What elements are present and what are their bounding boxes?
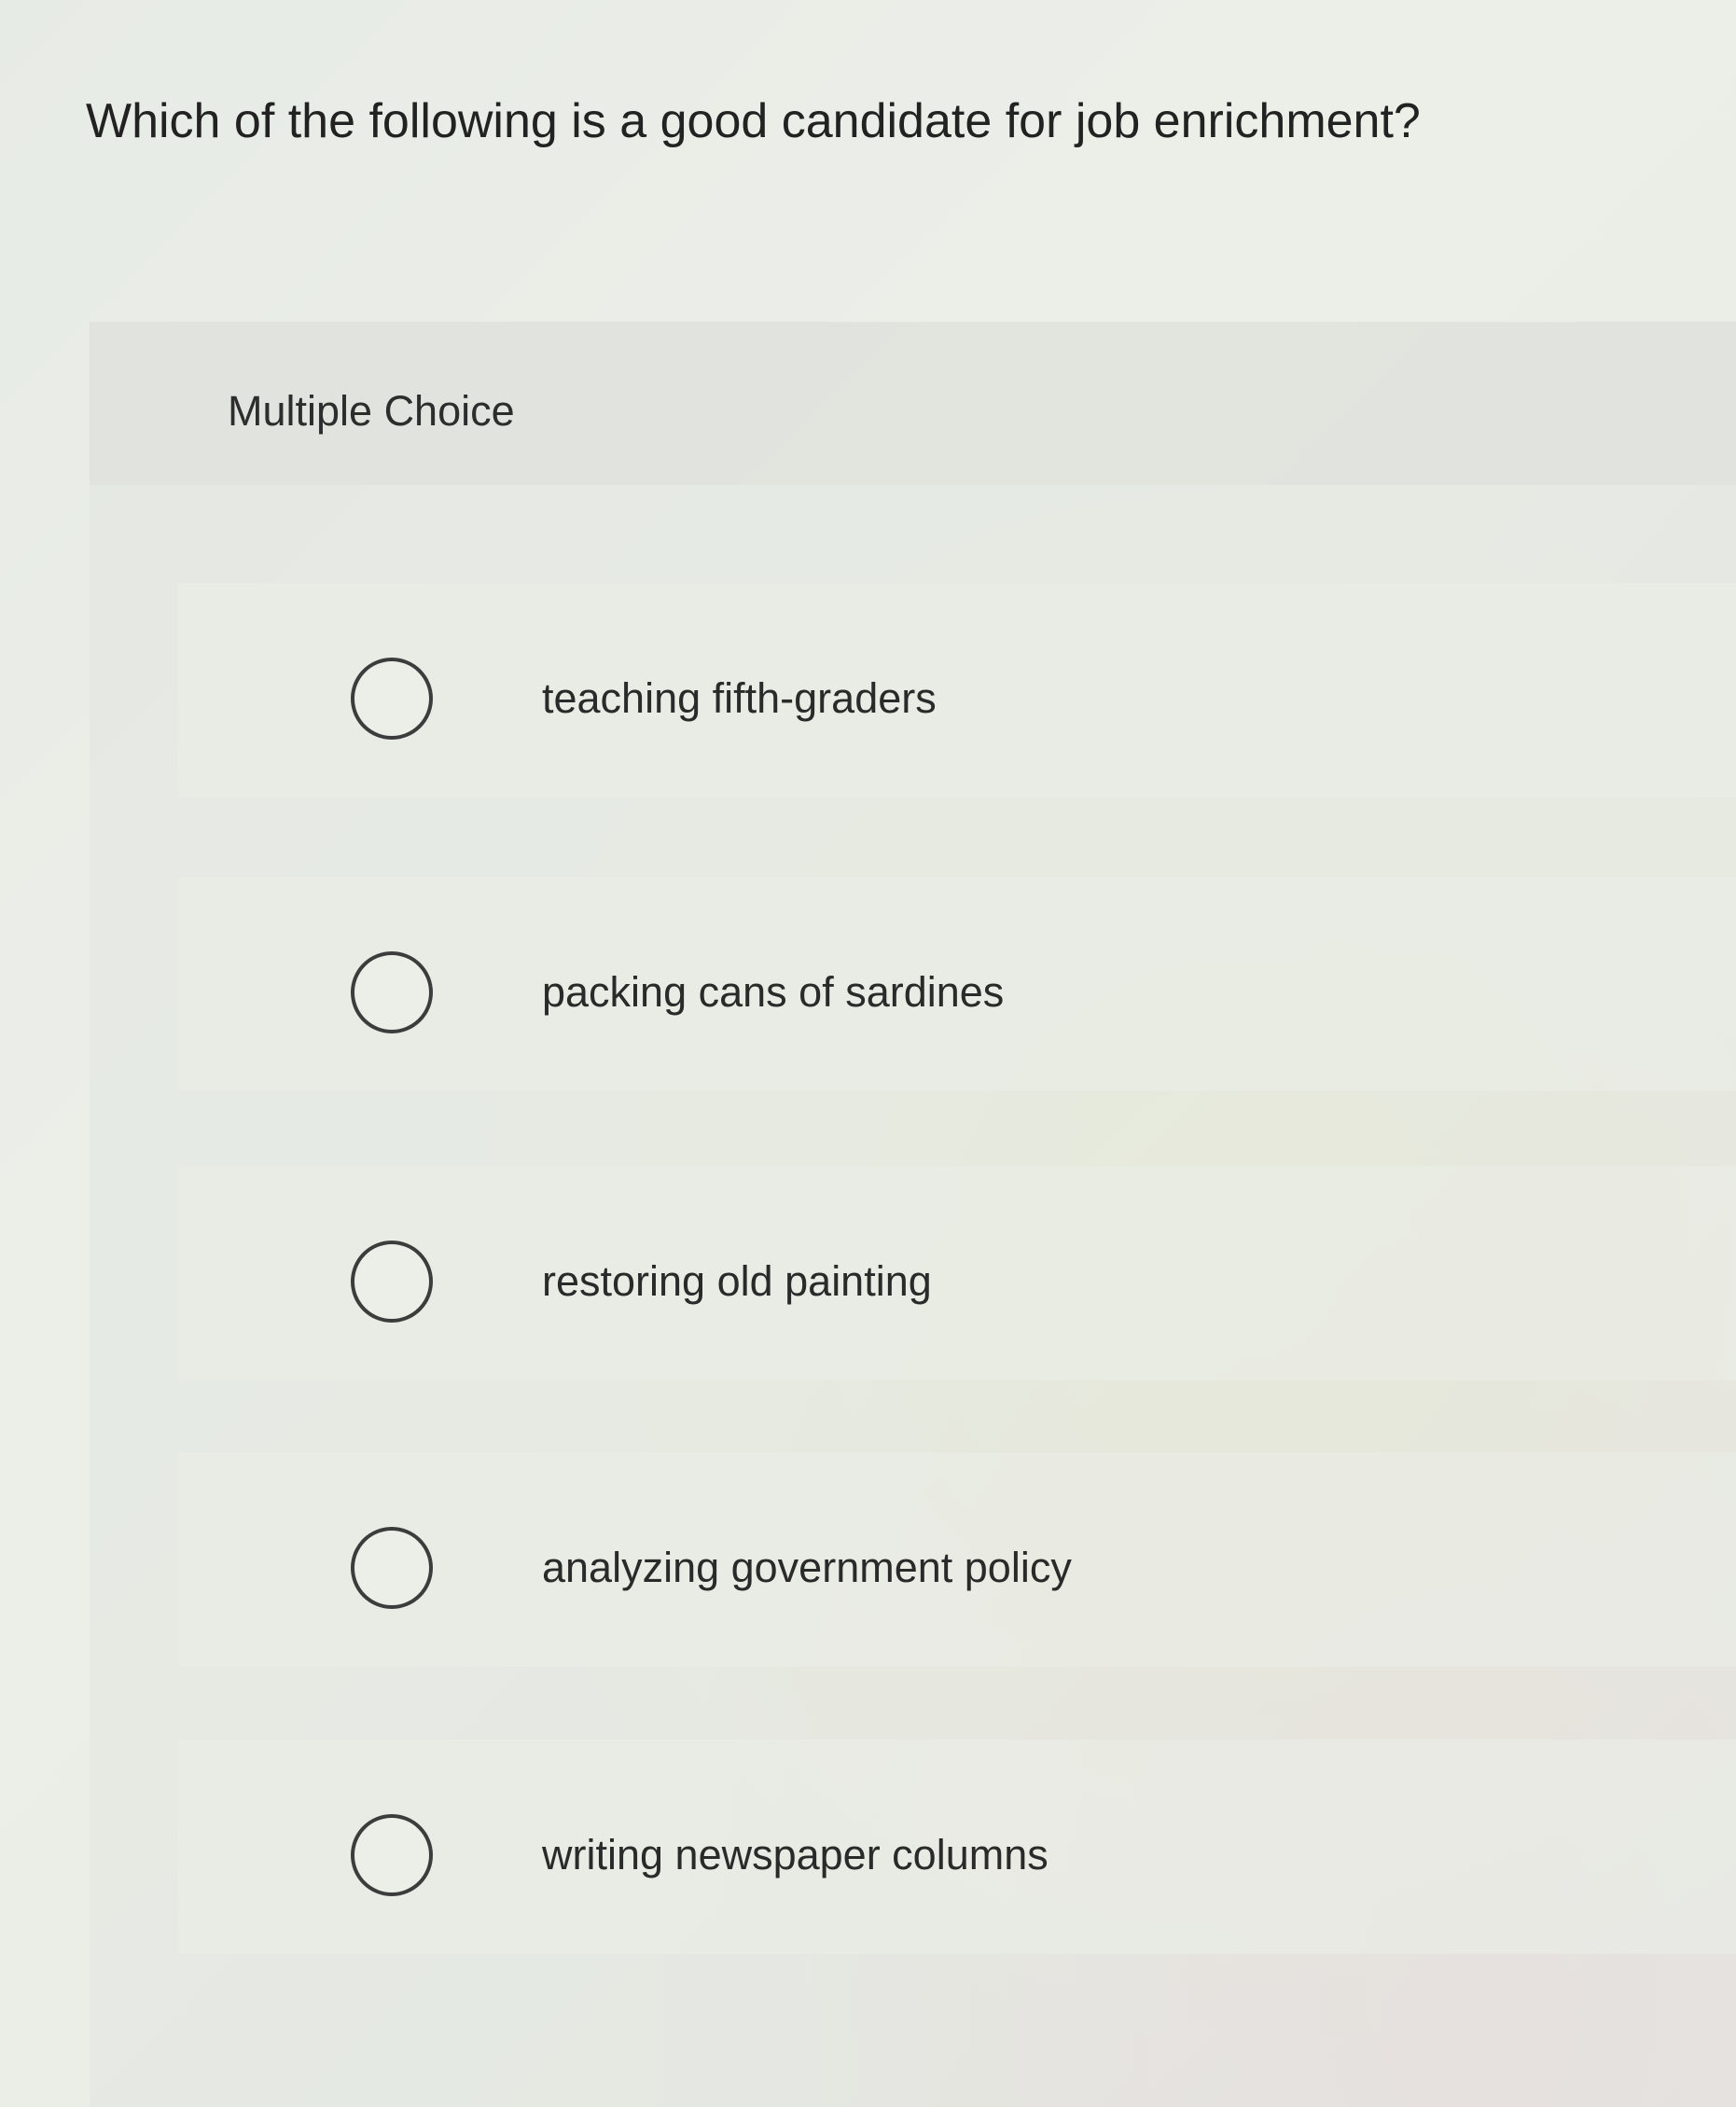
answer-option-label[interactable]: teaching fifth-graders <box>542 671 937 727</box>
radio-button-unchecked-icon[interactable] <box>351 951 433 1033</box>
answer-option[interactable]: teaching fifth-graders <box>178 583 1736 797</box>
answer-panel: Multiple Choice teaching fifth-graders p… <box>90 322 1736 2107</box>
question-text: Which of the following is a good candida… <box>86 94 1421 148</box>
answer-option-label[interactable]: writing newspaper columns <box>542 1827 1049 1883</box>
answer-option[interactable]: analyzing government policy <box>178 1452 1736 1667</box>
question-page: Which of the following is a good candida… <box>0 0 1736 2107</box>
answer-option[interactable]: restoring old painting <box>178 1166 1736 1380</box>
answer-option[interactable]: packing cans of sardines <box>178 877 1736 1091</box>
radio-button-unchecked-icon[interactable] <box>351 1527 433 1609</box>
answer-option-label[interactable]: analyzing government policy <box>542 1540 1072 1596</box>
question-type-label: Multiple Choice <box>228 387 515 435</box>
answer-option[interactable]: writing newspaper columns <box>178 1740 1736 1954</box>
radio-button-unchecked-icon[interactable] <box>351 1241 433 1323</box>
radio-button-unchecked-icon[interactable] <box>351 658 433 740</box>
radio-button-unchecked-icon[interactable] <box>351 1814 433 1896</box>
answer-option-label[interactable]: packing cans of sardines <box>542 964 1004 1020</box>
answer-panel-header: Multiple Choice <box>90 322 1736 485</box>
answer-option-label[interactable]: restoring old painting <box>542 1254 932 1310</box>
